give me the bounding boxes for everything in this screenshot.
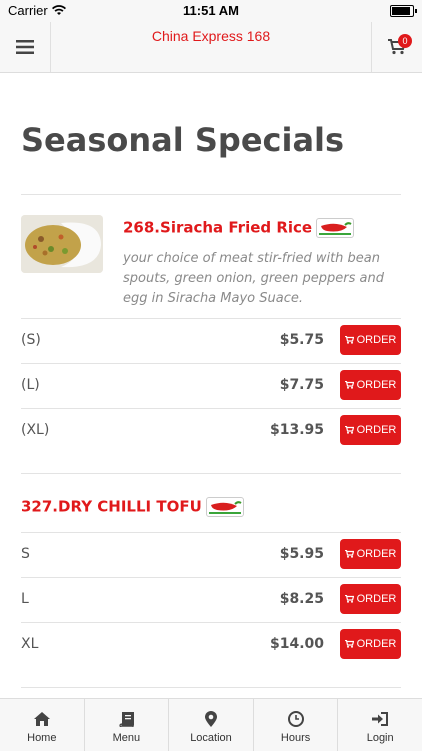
main-content[interactable]: Seasonal Specials 268.Siracha Fried Rice… (0, 73, 422, 698)
status-time: 11:51 AM (183, 3, 239, 18)
chili-pepper-icon (205, 497, 244, 517)
tab-label: Location (190, 732, 232, 744)
price-row: (S) $5.75 ORDER (21, 319, 401, 363)
item-image[interactable] (21, 215, 103, 273)
order-button[interactable]: ORDER (340, 325, 401, 355)
tab-label: Hours (280, 732, 311, 744)
size-label: (S) (21, 332, 41, 348)
page-title: Seasonal Specials (21, 121, 345, 159)
size-label: L (21, 591, 29, 607)
price-value: $5.75 (279, 332, 324, 348)
item-description: your choice of meat stir-fried with bean… (123, 251, 385, 306)
restaurant-title: China Express 168 (151, 28, 271, 44)
price-row: (XL) $13.95 ORDER (21, 409, 401, 453)
home-icon (0, 709, 84, 729)
chili-pepper-icon (316, 218, 355, 238)
order-button[interactable]: ORDER (340, 370, 401, 400)
price-row: (L) $7.75 ORDER (21, 364, 401, 408)
price-row: XL $14.00 ORDER (21, 623, 401, 667)
size-label: (XL) (21, 422, 50, 438)
divider (21, 194, 401, 195)
cart-count-badge: 0 (398, 34, 412, 48)
bottom-tab-bar: Home Menu Location Hours Login (0, 698, 422, 751)
price-value: $5.95 (279, 546, 324, 562)
cart-icon (344, 550, 354, 558)
order-button[interactable]: ORDER (340, 629, 401, 659)
tab-label: Menu (112, 732, 141, 744)
cart-icon (344, 426, 354, 434)
cart-icon (344, 640, 354, 648)
size-label: S (21, 546, 30, 562)
order-button[interactable]: ORDER (340, 539, 401, 569)
hamburger-menu-button[interactable] (0, 22, 51, 72)
tab-home[interactable]: Home (0, 699, 85, 751)
price-value: $13.95 (269, 422, 324, 438)
login-icon (338, 709, 422, 729)
tab-label: Home (27, 732, 57, 744)
size-label: XL (21, 636, 39, 652)
price-value: $14.00 (269, 636, 324, 652)
cart-icon (344, 381, 354, 389)
cart-icon (344, 336, 354, 344)
battery-icon (390, 5, 417, 17)
clock-icon (254, 709, 338, 729)
hamburger-icon (16, 40, 34, 54)
book-icon (85, 709, 169, 729)
order-button[interactable]: ORDER (340, 415, 401, 445)
price-row: S $5.95 ORDER (21, 533, 401, 577)
item-name[interactable]: 268.Siracha Fried Rice (123, 218, 355, 238)
tab-hours[interactable]: Hours (254, 699, 339, 751)
cart-button[interactable]: 0 (371, 22, 422, 72)
tab-login[interactable]: Login (338, 699, 422, 751)
cart-icon (344, 595, 354, 603)
tab-label: Login (366, 732, 394, 744)
tab-menu[interactable]: Menu (85, 699, 170, 751)
price-row: L $8.25 ORDER (21, 578, 401, 622)
price-value: $8.25 (279, 591, 324, 607)
size-label: (L) (21, 377, 40, 393)
divider (21, 473, 401, 474)
price-value: $7.75 (279, 377, 324, 393)
divider (21, 687, 401, 688)
order-button[interactable]: ORDER (340, 584, 401, 614)
item-name[interactable]: 327.DRY CHILLI TOFU (21, 497, 244, 517)
map-pin-icon (169, 709, 253, 729)
header-bar: China Express 168 0 (0, 22, 422, 73)
tab-location[interactable]: Location (169, 699, 254, 751)
status-bar: Carrier 11:51 AM (0, 0, 422, 22)
